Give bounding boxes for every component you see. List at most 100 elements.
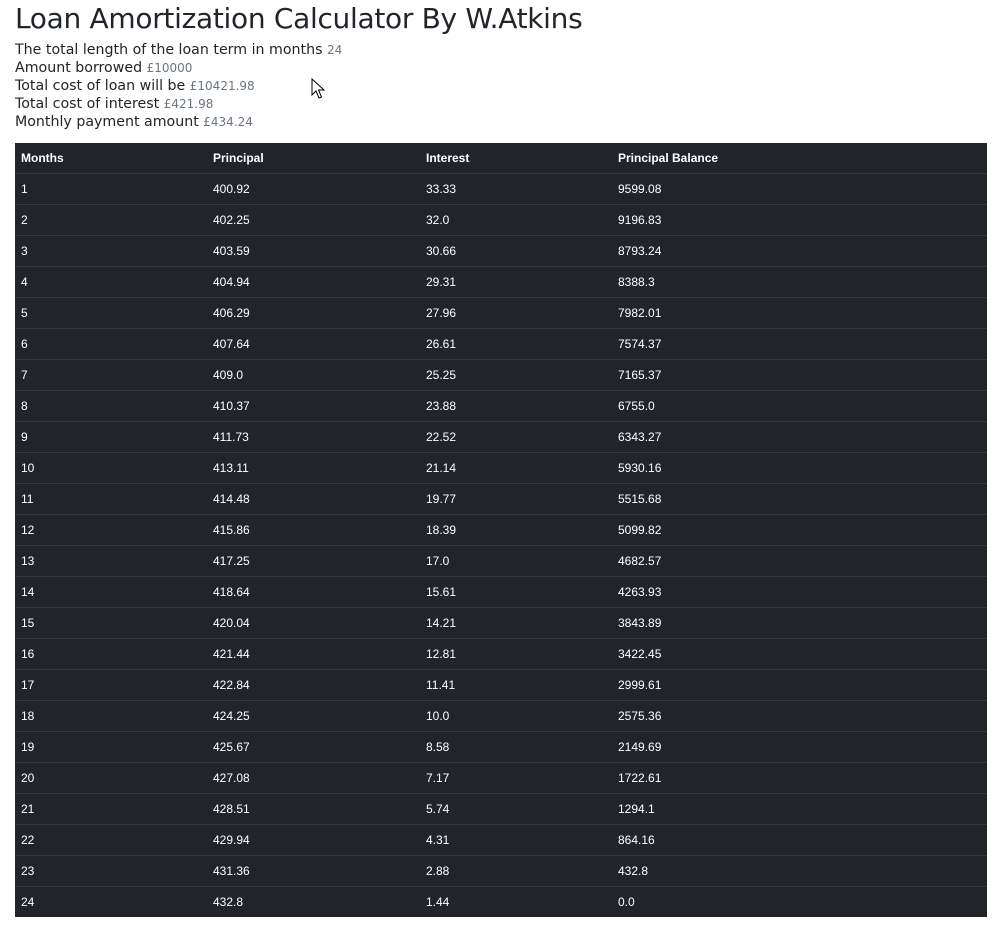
cell-principal-balance: 8388.3 xyxy=(612,266,987,298)
cell-interest: 19.77 xyxy=(420,483,612,515)
cell-interest: 30.66 xyxy=(420,235,612,267)
cell-month: 23 xyxy=(15,855,207,887)
cell-principal-balance: 7165.37 xyxy=(612,359,987,391)
cell-month: 22 xyxy=(15,824,207,856)
cell-month: 5 xyxy=(15,297,207,329)
table-row: 3 403.59 30.66 8793.24 xyxy=(15,235,987,267)
cell-interest: 33.33 xyxy=(420,173,612,205)
cell-month: 20 xyxy=(15,762,207,794)
cell-principal-balance: 0.0 xyxy=(612,886,987,917)
cell-month: 21 xyxy=(15,793,207,825)
cell-interest: 14.21 xyxy=(420,607,612,639)
table-row: 6 407.64 26.61 7574.37 xyxy=(15,328,987,360)
mouse-pointer-icon xyxy=(311,78,325,99)
cell-principal: 404.94 xyxy=(207,266,420,298)
cell-month: 9 xyxy=(15,421,207,453)
cell-interest: 1.44 xyxy=(420,886,612,917)
cell-principal-balance: 2575.36 xyxy=(612,700,987,732)
cell-principal-balance: 2999.61 xyxy=(612,669,987,701)
cell-principal: 421.44 xyxy=(207,638,420,670)
page-title: Loan Amortization Calculator By W.Atkins xyxy=(15,2,583,35)
header-principal-balance: Principal Balance xyxy=(618,151,719,165)
cell-interest: 18.39 xyxy=(420,514,612,546)
cell-month: 18 xyxy=(15,700,207,732)
table-row: 17 422.84 11.41 2999.61 xyxy=(15,669,987,701)
table-row: 18 424.25 10.0 2575.36 xyxy=(15,700,987,732)
cell-principal-balance: 8793.24 xyxy=(612,235,987,267)
cell-principal-balance: 9599.08 xyxy=(612,173,987,205)
cell-month: 4 xyxy=(15,266,207,298)
cell-principal-balance: 3422.45 xyxy=(612,638,987,670)
table-row: 22 429.94 4.31 864.16 xyxy=(15,824,987,856)
cell-month: 8 xyxy=(15,390,207,422)
cell-principal: 432.8 xyxy=(207,886,420,917)
table-row: 21 428.51 5.74 1294.1 xyxy=(15,793,987,825)
cell-principal: 411.73 xyxy=(207,421,420,453)
cell-interest: 8.58 xyxy=(420,731,612,763)
table-row: 1 400.92 33.33 9599.08 xyxy=(15,173,987,205)
cell-month: 15 xyxy=(15,607,207,639)
table-row: 16 421.44 12.81 3422.45 xyxy=(15,638,987,670)
borrowed-value: £10000 xyxy=(146,61,193,75)
table-header: Months Principal Interest Principal Balance xyxy=(15,143,987,174)
interest-label: Total cost of interest xyxy=(15,96,160,112)
cell-principal-balance: 4263.93 xyxy=(612,576,987,608)
cell-principal-balance: 5515.68 xyxy=(612,483,987,515)
header-months: Months xyxy=(21,151,64,165)
table-row: 20 427.08 7.17 1722.61 xyxy=(15,762,987,794)
amortization-table: Months Principal Interest Principal Balance… xyxy=(15,143,987,917)
summary-borrowed: Amount borrowed £10000 xyxy=(15,59,342,77)
cell-principal: 422.84 xyxy=(207,669,420,701)
cell-principal-balance: 6755.0 xyxy=(612,390,987,422)
table-row: 2 402.25 32.0 9196.83 xyxy=(15,204,987,236)
table-row: 23 431.36 2.88 432.8 xyxy=(15,855,987,887)
monthly-value: £434.24 xyxy=(203,115,253,129)
cell-interest: 27.96 xyxy=(420,297,612,329)
table-row: 24 432.8 1.44 0.0 xyxy=(15,886,987,917)
table-row: 5 406.29 27.96 7982.01 xyxy=(15,297,987,329)
cell-interest: 17.0 xyxy=(420,545,612,577)
loan-summary: The total length of the loan term in mon… xyxy=(15,41,342,131)
summary-total-cost: Total cost of loan will be £10421.98 xyxy=(15,77,342,95)
summary-term: The total length of the loan term in mon… xyxy=(15,41,342,59)
table-row: 8 410.37 23.88 6755.0 xyxy=(15,390,987,422)
table-row: 11 414.48 19.77 5515.68 xyxy=(15,483,987,515)
cell-interest: 11.41 xyxy=(420,669,612,701)
cell-month: 24 xyxy=(15,886,207,917)
cell-interest: 25.25 xyxy=(420,359,612,391)
cell-month: 13 xyxy=(15,545,207,577)
cell-month: 2 xyxy=(15,204,207,236)
cell-month: 16 xyxy=(15,638,207,670)
cell-principal: 400.92 xyxy=(207,173,420,205)
cell-principal-balance: 432.8 xyxy=(612,855,987,887)
cell-interest: 29.31 xyxy=(420,266,612,298)
header-principal: Principal xyxy=(213,151,264,165)
cell-month: 11 xyxy=(15,483,207,515)
summary-interest: Total cost of interest £421.98 xyxy=(15,95,342,113)
cell-month: 3 xyxy=(15,235,207,267)
cell-month: 17 xyxy=(15,669,207,701)
table-row: 14 418.64 15.61 4263.93 xyxy=(15,576,987,608)
cell-principal: 402.25 xyxy=(207,204,420,236)
cell-interest: 12.81 xyxy=(420,638,612,670)
total-cost-value: £10421.98 xyxy=(189,79,255,93)
term-value: 24 xyxy=(326,43,343,57)
cell-interest: 22.52 xyxy=(420,421,612,453)
cell-principal: 418.64 xyxy=(207,576,420,608)
cell-principal: 417.25 xyxy=(207,545,420,577)
table-row: 15 420.04 14.21 3843.89 xyxy=(15,607,987,639)
cell-month: 19 xyxy=(15,731,207,763)
cell-principal-balance: 1722.61 xyxy=(612,762,987,794)
cell-principal: 414.48 xyxy=(207,483,420,515)
cell-interest: 21.14 xyxy=(420,452,612,484)
cell-interest: 2.88 xyxy=(420,855,612,887)
table-row: 13 417.25 17.0 4682.57 xyxy=(15,545,987,577)
cell-principal-balance: 7982.01 xyxy=(612,297,987,329)
cell-principal: 403.59 xyxy=(207,235,420,267)
cell-principal-balance: 6343.27 xyxy=(612,421,987,453)
cell-principal-balance: 9196.83 xyxy=(612,204,987,236)
cell-principal: 429.94 xyxy=(207,824,420,856)
table-row: 12 415.86 18.39 5099.82 xyxy=(15,514,987,546)
cell-principal: 409.0 xyxy=(207,359,420,391)
table-row: 10 413.11 21.14 5930.16 xyxy=(15,452,987,484)
